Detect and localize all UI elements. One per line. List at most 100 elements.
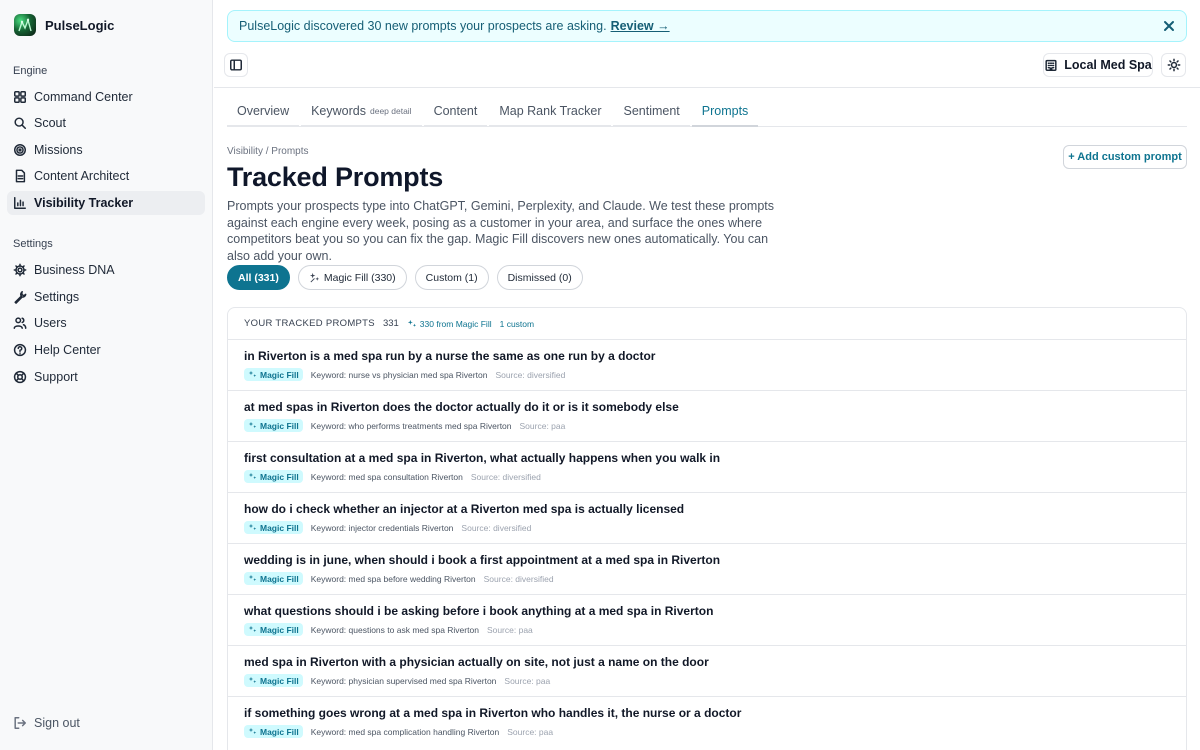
tab-sentiment[interactable]: Sentiment bbox=[613, 96, 690, 127]
prompt-text: in Riverton is a med spa run by a nurse … bbox=[244, 349, 656, 363]
help-circle-icon bbox=[13, 343, 27, 357]
table-row[interactable]: if something goes wrong at a med spa in … bbox=[228, 696, 1186, 747]
table-row[interactable]: what questions should i be asking before… bbox=[228, 594, 1186, 645]
brand-name: PulseLogic bbox=[45, 17, 115, 33]
sidebar-item-settings[interactable]: Settings bbox=[7, 285, 205, 309]
magic-fill-badge: Magic Fill bbox=[244, 368, 303, 381]
gear-icon bbox=[13, 263, 27, 277]
tab-overview[interactable]: Overview bbox=[227, 96, 300, 127]
table-row[interactable]: wedding is in june, when should i book a… bbox=[228, 543, 1186, 594]
tab-label: Sentiment bbox=[623, 103, 680, 118]
prompt-keyword: Keyword: who performs treatments med spa… bbox=[310, 420, 512, 431]
sidebar-item-business-dna[interactable]: Business DNA bbox=[7, 258, 205, 282]
prompt-source: Source: paa bbox=[486, 624, 533, 635]
sidebar-item-label: Business DNA bbox=[34, 263, 115, 277]
sidebar-item-help-center[interactable]: Help Center bbox=[7, 338, 205, 362]
sign-out-icon bbox=[14, 717, 26, 729]
filter-all[interactable]: All (331) bbox=[227, 265, 290, 290]
table-row[interactable]: med spa in Riverton with a physician act… bbox=[228, 645, 1186, 696]
add-custom-prompt-button[interactable]: + Add custom prompt bbox=[1063, 145, 1187, 169]
filter-chips: All (331) Magic Fill (330) Custom (1) Di… bbox=[227, 265, 583, 290]
sidebar-item-label: Help Center bbox=[34, 343, 101, 357]
nav-section-settings: Settings bbox=[13, 238, 53, 250]
magic-fill-badge: Magic Fill bbox=[244, 521, 303, 534]
prompt-text: med spa in Riverton with a physician act… bbox=[244, 655, 709, 669]
sidebar-item-label: Command Center bbox=[34, 90, 133, 104]
main-content: PulseLogic discovered 30 new prompts you… bbox=[214, 0, 1200, 750]
sidebar-toggle-button[interactable] bbox=[224, 53, 248, 77]
sidebar-item-visibility-tracker[interactable]: Visibility Tracker bbox=[7, 191, 205, 215]
sign-out-button[interactable]: Sign out bbox=[7, 711, 205, 735]
sparkle-icon bbox=[248, 625, 257, 633]
custom-count: 1 custom bbox=[499, 318, 535, 329]
prompt-meta: Magic Fill Keyword: med spa before weddin… bbox=[244, 572, 1186, 585]
theme-toggle-button[interactable] bbox=[1161, 53, 1186, 77]
page-description: Prompts your prospects type into ChatGPT… bbox=[227, 199, 775, 264]
tab-content[interactable]: Content bbox=[423, 96, 488, 127]
location-selector[interactable]: Local Med Spa bbox=[1043, 53, 1153, 77]
sidebar-item-missions[interactable]: Missions bbox=[7, 138, 205, 162]
prompt-source: Source: diversified bbox=[483, 573, 554, 584]
table-row[interactable]: in Riverton is a med spa run by a nurse … bbox=[228, 339, 1186, 390]
prompt-keyword: Keyword: med spa complication handling R… bbox=[310, 726, 500, 737]
brand[interactable]: PulseLogic bbox=[14, 14, 114, 36]
prompt-text: at med spas in Riverton does the doctor … bbox=[244, 400, 679, 414]
tab-label: Prompts bbox=[701, 103, 749, 118]
filter-label: Custom (1) bbox=[425, 271, 478, 284]
magic-fill-badge: Magic Fill bbox=[244, 623, 303, 636]
notification-banner: PulseLogic discovered 30 new prompts you… bbox=[227, 10, 1187, 42]
prompt-keyword: Keyword: nurse vs physician med spa Rive… bbox=[310, 369, 488, 380]
banner-review-link[interactable]: Review → bbox=[611, 19, 670, 33]
tab-label: Content bbox=[433, 103, 478, 118]
tab-map-rank-tracker[interactable]: Map Rank Tracker bbox=[489, 96, 612, 127]
prompt-meta: Magic Fill Keyword: injector credentials … bbox=[244, 521, 1186, 534]
table-row[interactable]: how do i check whether an injector at a … bbox=[228, 492, 1186, 543]
badge-label: Magic Fill bbox=[260, 573, 299, 584]
tab-keywords[interactable]: Keywords deep detail bbox=[301, 96, 422, 127]
prompt-meta: Magic Fill Keyword: nurse vs physician me… bbox=[244, 368, 1186, 381]
tab-bar: Overview Keywords deep detail Content Map… bbox=[227, 96, 1187, 127]
search-icon bbox=[14, 117, 26, 129]
magic-fill-count-label: 330 from Magic Fill bbox=[419, 318, 492, 329]
magic-fill-count: 330 from Magic Fill bbox=[407, 319, 492, 329]
prompt-meta: Magic Fill Keyword: questions to ask med … bbox=[244, 623, 1186, 636]
filter-magic-fill[interactable]: Magic Fill (330) bbox=[297, 265, 407, 290]
prompt-meta: Magic Fill Keyword: med spa consultation … bbox=[244, 470, 1186, 483]
prompt-source: Source: diversified bbox=[470, 471, 541, 482]
building-icon bbox=[1045, 59, 1057, 71]
sparkle-icon bbox=[248, 421, 257, 429]
sparkle-icon bbox=[407, 319, 416, 327]
sidebar-item-label: Scout bbox=[34, 116, 66, 130]
magic-fill-badge: Magic Fill bbox=[244, 572, 303, 585]
badge-label: Magic Fill bbox=[260, 522, 299, 533]
sidebar-item-label: Settings bbox=[34, 290, 80, 304]
banner-message: PulseLogic discovered 30 new prompts you… bbox=[239, 19, 607, 33]
sparkle-icon bbox=[248, 523, 257, 531]
sidebar-panel-icon bbox=[230, 59, 242, 71]
prompt-meta: Magic Fill Keyword: who performs treatmen… bbox=[244, 419, 1186, 432]
sidebar-item-users[interactable]: Users bbox=[7, 311, 205, 335]
prompt-text: what questions should i be asking before… bbox=[244, 604, 714, 618]
tab-prompts[interactable]: Prompts bbox=[691, 96, 759, 127]
filter-custom[interactable]: Custom (1) bbox=[414, 265, 489, 290]
table-row[interactable]: at med spas in Riverton does the doctor … bbox=[228, 390, 1186, 441]
panel-header: YOUR TRACKED PROMPTS 331 330 from Magic … bbox=[228, 308, 1186, 339]
sidebar-item-support[interactable]: Support bbox=[7, 365, 205, 389]
filter-label: Magic Fill (330) bbox=[323, 271, 396, 284]
sidebar-item-scout[interactable]: Scout bbox=[7, 111, 205, 135]
magic-fill-badge: Magic Fill bbox=[244, 725, 303, 738]
prompt-keyword: Keyword: med spa consultation Riverton bbox=[310, 471, 463, 482]
table-row[interactable]: first consultation at a med spa in River… bbox=[228, 441, 1186, 492]
prompt-keyword: Keyword: injector credentials Riverton bbox=[310, 522, 454, 533]
document-icon bbox=[15, 169, 26, 183]
breadcrumb: Visibility / Prompts bbox=[227, 146, 309, 157]
banner-close-button[interactable] bbox=[1162, 19, 1176, 33]
filter-label: Dismissed (0) bbox=[507, 271, 572, 284]
tab-label: Map Rank Tracker bbox=[499, 103, 602, 118]
prompt-keyword: Keyword: questions to ask med spa Rivert… bbox=[310, 624, 479, 635]
sidebar-item-content-architect[interactable]: Content Architect bbox=[7, 164, 205, 188]
sidebar-item-command-center[interactable]: Command Center bbox=[7, 85, 205, 109]
filter-dismissed[interactable]: Dismissed (0) bbox=[496, 265, 583, 290]
tab-sublabel: deep detail bbox=[369, 105, 412, 116]
sparkle-icon bbox=[309, 272, 319, 283]
